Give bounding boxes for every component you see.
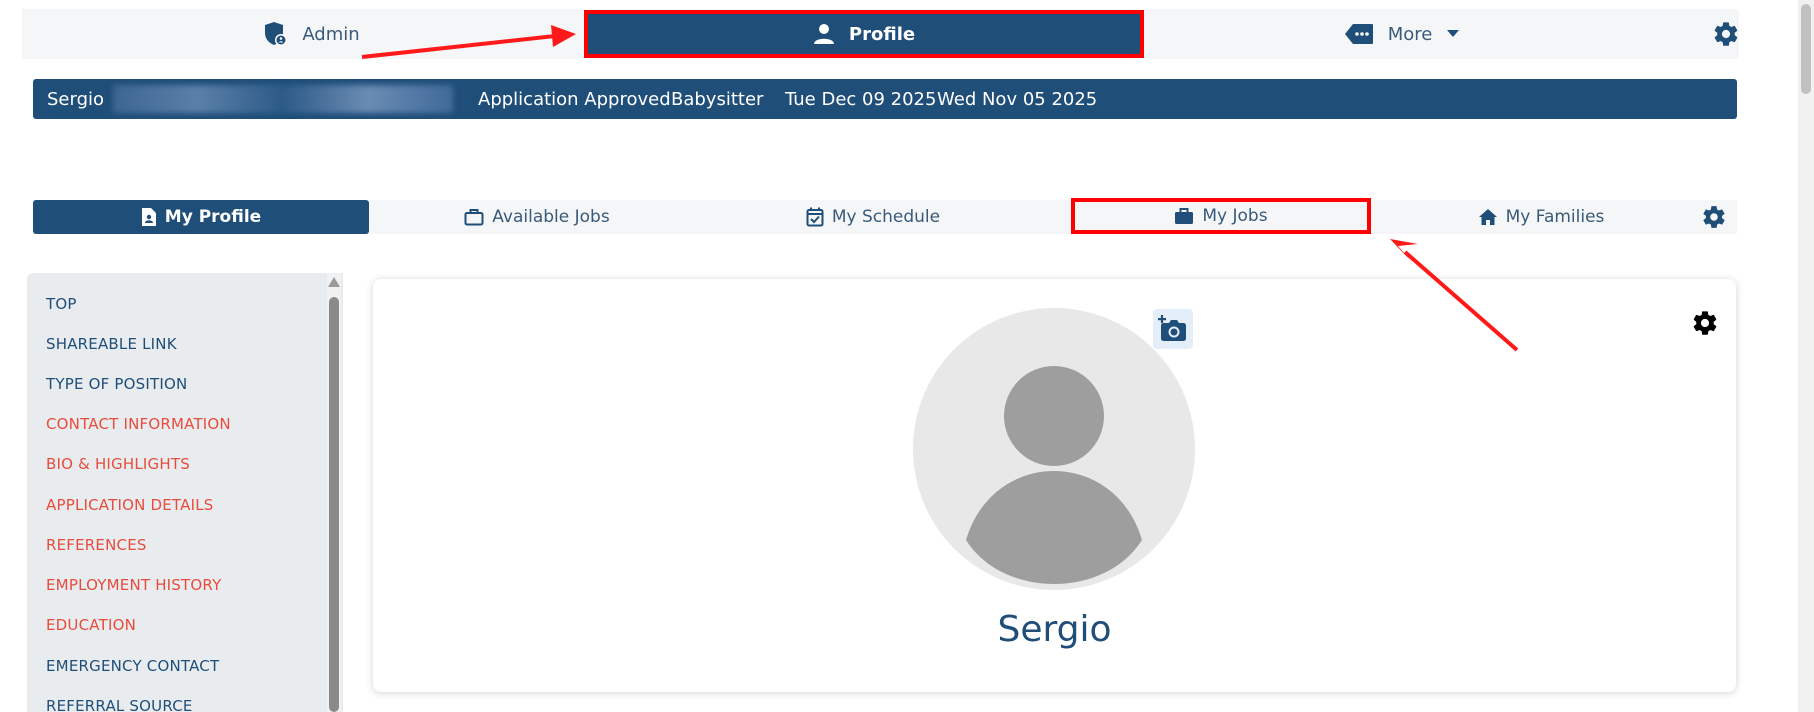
user-icon [813,24,834,44]
sidebar-item-emergency-contact[interactable]: EMERGENCY CONTACT [46,657,219,675]
sidebar-item-education[interactable]: EDUCATION [46,616,136,634]
sidebar-item-type-of-position[interactable]: TYPE OF POSITION [46,375,187,393]
gear-icon[interactable] [1701,204,1727,230]
sidebar-item-referral-source[interactable]: REFERRAL SOURCE [46,697,193,712]
gear-icon[interactable] [1691,309,1719,337]
scroll-up-arrow-icon[interactable] [328,277,340,287]
profile-info-bar: Sergio Application Approved Babysitter T… [33,79,1737,119]
top-navigation: Admin Profile More [22,9,1739,59]
profile-name: Sergio [997,609,1112,650]
sidebar-item-bio-highlights[interactable]: BIO & HIGHLIGHTS [46,455,190,473]
tag-icon [1344,24,1373,44]
briefcase-outline-icon [464,209,484,226]
tab-available-jobs[interactable]: Available Jobs [369,200,705,234]
info-date-1: Tue Dec 09 2025 [785,88,937,110]
add-photo-camera-icon [1158,315,1186,341]
avatar[interactable] [913,308,1195,590]
nav-profile[interactable]: Profile [584,10,1144,58]
nav-profile-label: Profile [848,23,916,45]
tab-my-profile[interactable]: My Profile [33,200,369,234]
sidebar-item-shareable-link[interactable]: SHAREABLE LINK [46,335,177,353]
sidebar-item-employment-history[interactable]: EMPLOYMENT HISTORY [46,576,221,594]
tab-my-profile-label: My Profile [164,207,262,227]
calendar-check-icon [806,207,824,227]
caret-down-icon [1447,30,1460,37]
upload-photo-button[interactable] [1153,309,1193,349]
sidebar-item-references[interactable]: REFERENCES [46,536,147,554]
briefcase-icon [1175,208,1194,224]
document-user-icon [141,208,156,226]
tab-my-jobs[interactable]: My Jobs [1071,198,1371,234]
tab-available-jobs-label: Available Jobs [492,207,610,227]
nav-more[interactable]: More [1302,9,1502,59]
home-icon [1478,209,1497,225]
section-sidebar: TOP SHAREABLE LINK TYPE OF POSITION CONT… [27,273,343,712]
shield-user-icon [265,22,288,46]
nav-admin[interactable]: Admin [212,9,412,59]
sidebar-item-application-details[interactable]: APPLICATION DETAILS [46,496,213,514]
default-user-avatar-icon [966,366,1142,584]
profile-card: Sergio [373,279,1736,692]
tab-my-families-label: My Families [1505,207,1605,227]
profile-tab-bar: My Profile Available Jobs My Schedule My… [33,198,1737,234]
tab-my-jobs-label: My Jobs [1202,206,1268,226]
tab-my-schedule-label: My Schedule [831,207,941,227]
info-status: Application Approved [478,88,671,110]
info-name: Sergio [47,88,105,110]
gear-icon[interactable] [1712,20,1740,48]
page-scroll-thumb[interactable] [1801,4,1811,94]
tab-my-families[interactable]: My Families [1373,200,1709,234]
redacted-info [113,85,453,113]
info-date-2: Wed Nov 05 2025 [937,88,1098,110]
nav-admin-label: Admin [302,23,360,45]
page-scrollbar[interactable] [1798,0,1814,712]
nav-more-label: More [1387,23,1433,45]
info-role: Babysitter [671,88,764,110]
sidebar-item-top[interactable]: TOP [46,295,77,313]
tab-my-schedule[interactable]: My Schedule [705,200,1041,234]
sidebar-item-contact-information[interactable]: CONTACT INFORMATION [46,415,231,433]
sidebar-scroll-thumb[interactable] [329,297,339,712]
